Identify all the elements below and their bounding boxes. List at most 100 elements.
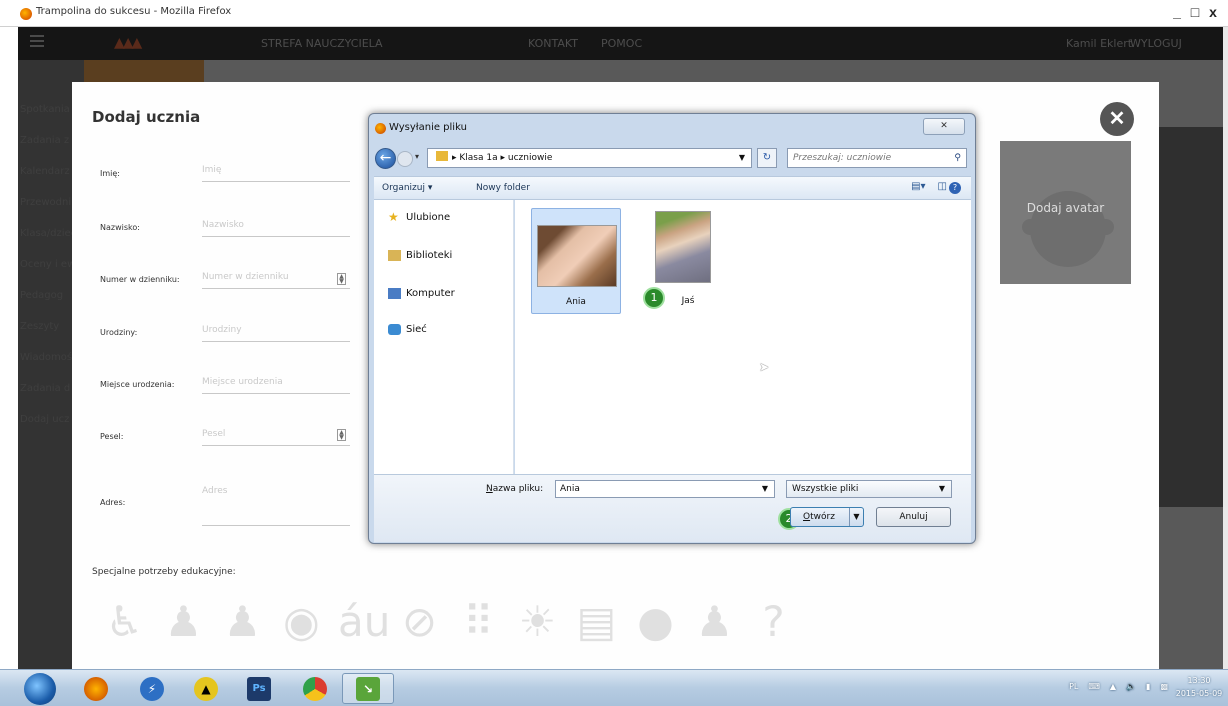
person-icon[interactable]: ♟	[161, 592, 206, 652]
nav-favorites-label: Ulubione	[406, 212, 451, 223]
special-needs-label: Specjalne potrzeby edukacyjne:	[92, 567, 236, 577]
keyboard-icon[interactable]: ⌨	[1088, 682, 1100, 691]
background-panel	[1158, 127, 1223, 507]
parent-child-icon[interactable]: ♟	[692, 592, 737, 652]
open-options-chevron-icon[interactable]: ▼	[849, 508, 863, 526]
taskbar-app-batman[interactable]: ▲	[180, 673, 232, 704]
add-avatar-button[interactable]: Dodaj avatar	[1000, 141, 1131, 284]
refresh-icon[interactable]: ↻	[757, 148, 777, 168]
tray-expand-icon[interactable]: ▲	[1110, 682, 1116, 691]
volume-icon[interactable]: 🔈	[1126, 682, 1136, 691]
dialog-footer: Nazwa pliku: Ania ▼ Wszystkie pliki ▼ 2 …	[374, 474, 971, 542]
nav-user[interactable]: Kamil Eklert	[1066, 37, 1132, 50]
bat-icon: ▲	[194, 676, 218, 701]
browser-scrollbar[interactable]	[1223, 27, 1228, 669]
cancel-button[interactable]: Anuluj	[876, 507, 951, 527]
taskbar: ⚡ ▲ Ps ↘ PL ⌨ ▲ 🔈 ▮ ▩ 13:30 2015-05-09	[0, 669, 1228, 706]
special-needs-icons: ♿ ♟ ♟ ◉ áu ⊘ ⠿ ☀ ▤ ● ♟ ?	[102, 592, 796, 652]
minimize-button[interactable]: _	[1170, 4, 1184, 20]
breadcrumb-klasa[interactable]: Klasa 1a	[459, 153, 497, 163]
photoshop-icon: Ps	[247, 676, 271, 701]
view-tools: ▤▾ ◫	[911, 181, 947, 192]
last-name-input[interactable]: Nazwisko	[202, 220, 350, 237]
address-bar[interactable]: ▸ Klasa 1a ▸ uczniowie ▼	[427, 148, 752, 168]
braille-icon[interactable]: ⠿	[456, 592, 501, 652]
preview-pane-icon[interactable]: ◫	[938, 181, 947, 192]
taskbar-active-app[interactable]: ↘	[342, 673, 394, 704]
file-item-ania[interactable]: Ania	[531, 208, 621, 314]
birthplace-input[interactable]: Miejsce urodzenia	[202, 377, 350, 394]
start-button[interactable]	[24, 673, 56, 705]
maximize-button[interactable]: □	[1188, 4, 1202, 20]
navigation-pane: ★ Ulubione Biblioteki Komputer Sieć	[374, 200, 514, 474]
search-icon[interactable]: ⚲	[954, 149, 961, 167]
organize-button[interactable]: Organizuj ▾	[382, 183, 432, 193]
birthplace-label: Miejsce urodzenia:	[100, 380, 175, 389]
breadcrumb-uczniowie[interactable]: uczniowie	[508, 153, 553, 163]
file-thumbnail	[537, 225, 617, 287]
nav-help[interactable]: POMOC	[601, 37, 642, 50]
dialog-navigation-row: ← ▾ ▸ Klasa 1a ▸ uczniowie ▼ ↻ Przeszuka…	[375, 146, 971, 170]
adhd-icon[interactable]: ☀	[515, 592, 560, 652]
last-name-label: Nazwisko:	[100, 223, 140, 232]
signal-icon[interactable]: ▩	[1160, 682, 1168, 691]
top-navigation: ▲▲▲ STREFA NAUCZYCIELA KONTAKT POMOC Kam…	[18, 27, 1223, 60]
clock[interactable]: 13:30 2015-05-09	[1174, 674, 1224, 700]
nav-teacher-zone[interactable]: STREFA NAUCZYCIELA	[261, 37, 383, 50]
help-icon[interactable]: ?	[949, 182, 961, 194]
view-mode-icon[interactable]: ▤▾	[911, 181, 925, 192]
filename-label: Nazwa pliku:	[486, 484, 544, 494]
dialog-title: Wysyłanie pliku	[389, 122, 467, 133]
hamburger-menu-icon[interactable]	[30, 35, 44, 47]
chevron-down-icon[interactable]: ▼	[739, 149, 745, 167]
dialog-close-button[interactable]: ✕	[923, 118, 965, 135]
nav-logout[interactable]: WYLOGUJ	[1130, 37, 1182, 50]
no-speech-icon[interactable]: ⊘	[397, 592, 442, 652]
person-with-cane-icon[interactable]: ♟	[220, 592, 265, 652]
pesel-input[interactable]: Pesel	[202, 429, 350, 446]
palette-icon[interactable]: ◉	[279, 592, 324, 652]
taskbar-chrome[interactable]	[289, 673, 341, 704]
nav-libraries[interactable]: Biblioteki	[388, 250, 452, 261]
add-avatar-label: Dodaj avatar	[1026, 201, 1105, 215]
nav-contact[interactable]: KONTAKT	[528, 37, 578, 50]
nav-network-label: Sieć	[406, 324, 427, 335]
wheelchair-icon[interactable]: ♿	[102, 592, 147, 652]
taskbar-app-lightning[interactable]: ⚡	[126, 673, 178, 704]
address-label: Adres:	[100, 498, 126, 507]
taskbar-firefox[interactable]	[70, 673, 122, 704]
app-icon: ↘	[356, 676, 380, 701]
new-folder-button[interactable]: Nowy folder	[476, 183, 530, 193]
forward-arrow-icon[interactable]	[397, 151, 413, 167]
nav-computer[interactable]: Komputer	[388, 288, 455, 299]
coins-icon[interactable]: ●	[633, 592, 678, 652]
chevron-down-icon[interactable]: ▼	[762, 481, 768, 497]
close-window-button[interactable]: x	[1206, 4, 1220, 20]
search-input[interactable]: Przeszukaj: uczniowie ⚲	[787, 148, 967, 168]
filename-value: Ania	[560, 484, 580, 494]
question-icon[interactable]: ?	[751, 592, 796, 652]
nav-computer-label: Komputer	[406, 288, 455, 299]
language-indicator[interactable]: PL	[1069, 682, 1078, 691]
address-input[interactable]: Adres	[202, 486, 350, 526]
filename-input[interactable]: Ania ▼	[555, 480, 775, 498]
nav-favorites[interactable]: ★ Ulubione	[388, 211, 451, 223]
open-button[interactable]: Otwórz ▼	[790, 507, 864, 527]
chevron-down-icon[interactable]: ▼	[939, 481, 945, 497]
nav-network[interactable]: Sieć	[388, 324, 427, 335]
journal-number-input[interactable]: Numer w dzienniku	[202, 272, 350, 289]
mouse-cursor-icon: ➤	[759, 360, 770, 374]
filetype-select[interactable]: Wszystkie pliki ▼	[786, 480, 952, 498]
pesel-stepper[interactable]: ▲ ▼	[337, 429, 346, 441]
document-icon[interactable]: ▤	[574, 592, 619, 652]
first-name-input[interactable]: Imię	[202, 165, 350, 182]
close-panel-button[interactable]: ✕	[1100, 102, 1134, 136]
back-arrow-icon[interactable]: ←	[375, 148, 396, 169]
taskbar-photoshop[interactable]: Ps	[233, 673, 285, 704]
birthday-input[interactable]: Urodziny	[202, 325, 350, 342]
journal-number-stepper[interactable]: ▲ ▼	[337, 273, 346, 285]
window-title: Trampolina do sukcesu - Mozilla Firefox	[36, 6, 232, 17]
history-dropdown-icon[interactable]: ▾	[415, 152, 419, 161]
dyslexia-icon[interactable]: áu	[338, 592, 390, 652]
network-status-icon[interactable]: ▮	[1146, 682, 1150, 691]
